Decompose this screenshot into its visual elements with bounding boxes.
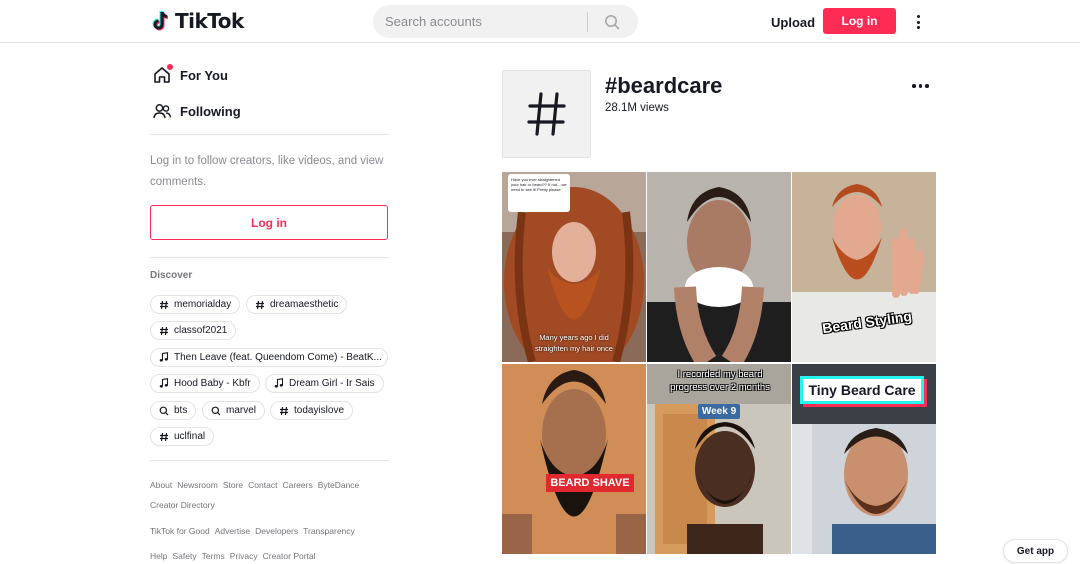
- search-button[interactable]: [588, 5, 636, 38]
- chip-label: marvel: [226, 405, 257, 416]
- hashtag-icon: [526, 92, 566, 136]
- more-options-icon[interactable]: [912, 84, 929, 88]
- chip-label: Then Leave (feat. Queendom Come) - BeatK…: [174, 352, 382, 363]
- video-thumbnail-image: [502, 364, 646, 554]
- video-caption: Tiny Beard Care: [800, 376, 924, 404]
- chip-label: uclfinal: [174, 431, 206, 442]
- discover-chip[interactable]: classof2021: [150, 321, 237, 340]
- footer-links-row: Creator Directory: [150, 500, 215, 510]
- hashtag-icon: [158, 431, 169, 442]
- hashtag-icon: [278, 405, 289, 416]
- video-caption: I recorded my beard progress over 2 mont…: [670, 369, 770, 393]
- comment-sticker: Have you ever straightened your hair or …: [508, 174, 570, 212]
- tiktok-logo[interactable]: TikTok: [152, 9, 244, 33]
- more-options-icon[interactable]: [911, 13, 925, 31]
- search-input[interactable]: [373, 5, 587, 38]
- discover-chip[interactable]: marvel: [202, 401, 266, 420]
- discover-chip[interactable]: Dream Girl - Ir Sais: [265, 374, 384, 393]
- tiktok-note-icon: [152, 9, 172, 33]
- discover-chip[interactable]: bts: [150, 401, 197, 420]
- brand-name: TikTok: [175, 9, 244, 33]
- search-bar: [373, 5, 638, 38]
- chip-label: memorialday: [174, 299, 232, 310]
- sidebar-divider: [150, 257, 389, 258]
- sidebar-login-button[interactable]: Log in: [150, 205, 388, 240]
- footer-links-row: TikTok for Good Advertise Developers Tra…: [150, 526, 355, 536]
- footer-link-about[interactable]: About: [150, 480, 172, 490]
- upload-link[interactable]: Upload: [771, 15, 815, 30]
- footer-link-creator-directory[interactable]: Creator Directory: [150, 500, 215, 510]
- login-button[interactable]: Log in: [823, 8, 896, 34]
- footer-link-contact[interactable]: Contact: [248, 480, 277, 490]
- discover-chip[interactable]: memorialday: [150, 295, 241, 314]
- search-icon: [158, 405, 169, 416]
- video-thumbnail[interactable]: BEARD SHAVE: [502, 364, 646, 554]
- footer-link-creator-portal[interactable]: Creator Portal: [263, 551, 316, 561]
- footer-link-advertise[interactable]: Advertise: [215, 526, 250, 536]
- footer-link-safety[interactable]: Safety: [172, 551, 196, 561]
- footer-link-store[interactable]: Store: [223, 480, 243, 490]
- footer-link-tiktok-for-good[interactable]: TikTok for Good: [150, 526, 210, 536]
- footer-link-transparency[interactable]: Transparency: [303, 526, 355, 536]
- footer-link-privacy[interactable]: Privacy: [230, 551, 258, 561]
- nav-label: Following: [180, 103, 241, 119]
- search-icon: [605, 14, 620, 29]
- discover-chip[interactable]: todayislove: [270, 401, 354, 420]
- video-thumbnail[interactable]: I recorded my beard progress over 2 mont…: [647, 364, 791, 554]
- footer-links-row: Help Safety Terms Privacy Creator Portal: [150, 551, 316, 561]
- nav-label: For You: [180, 67, 228, 83]
- video-thumbnail[interactable]: Tiny Beard Care: [792, 364, 936, 554]
- home-icon: [152, 64, 173, 85]
- hashtag-views: 28.1M views: [605, 102, 669, 114]
- notification-dot: [167, 64, 173, 70]
- music-note-icon: [158, 352, 169, 363]
- chip-label: Dream Girl - Ir Sais: [289, 378, 375, 389]
- discover-chip[interactable]: Hood Baby - Kbfr: [150, 374, 260, 393]
- hashtag-avatar: [502, 70, 591, 158]
- get-app-button[interactable]: Get app: [1003, 539, 1068, 563]
- week-badge: Week 9: [698, 404, 740, 419]
- footer-link-developers[interactable]: Developers: [255, 526, 298, 536]
- login-prompt-text: Log in to follow creators, like videos, …: [150, 155, 384, 188]
- video-thumbnail[interactable]: Beard Styling: [792, 172, 936, 362]
- chip-label: todayislove: [294, 405, 345, 416]
- discover-chip[interactable]: dreamaesthetic: [246, 295, 348, 314]
- footer-link-terms[interactable]: Terms: [202, 551, 225, 561]
- search-icon: [210, 405, 221, 416]
- video-caption: Many years ago I did straighten my hair …: [535, 333, 613, 353]
- footer-link-newsroom[interactable]: Newsroom: [177, 480, 218, 490]
- video-thumbnail[interactable]: Have you ever straightened your hair or …: [502, 172, 646, 362]
- footer-links-row: About Newsroom Store Contact Careers Byt…: [150, 480, 359, 490]
- chip-label: dreamaesthetic: [270, 299, 339, 310]
- nav-following[interactable]: Following: [152, 101, 241, 121]
- video-thumbnail[interactable]: [647, 172, 791, 362]
- sidebar-divider: [150, 460, 389, 461]
- footer-link-careers[interactable]: Careers: [282, 480, 312, 490]
- chip-label: bts: [174, 405, 188, 416]
- people-icon: [152, 101, 172, 121]
- discover-chip[interactable]: uclfinal: [150, 427, 215, 446]
- sidebar-divider: [150, 134, 389, 135]
- video-thumbnail-image: [647, 172, 791, 362]
- chip-label: classof2021: [174, 325, 228, 336]
- music-note-icon: [273, 378, 284, 389]
- video-caption: BEARD SHAVE: [546, 474, 634, 492]
- music-note-icon: [158, 378, 169, 389]
- hashtag-title: #beardcare: [605, 73, 723, 98]
- hashtag-icon: [158, 325, 169, 336]
- footer-link-help[interactable]: Help: [150, 551, 167, 561]
- discover-heading: Discover: [150, 270, 193, 281]
- footer-link-bytedance[interactable]: ByteDance: [318, 480, 360, 490]
- nav-for-you[interactable]: For You: [152, 64, 228, 85]
- top-bar: TikTok Upload Log in: [0, 0, 1080, 43]
- hashtag-icon: [158, 299, 169, 310]
- hashtag-icon: [254, 299, 265, 310]
- chip-label: Hood Baby - Kbfr: [174, 378, 251, 389]
- discover-chip[interactable]: Then Leave (feat. Queendom Come) - BeatK…: [150, 348, 388, 367]
